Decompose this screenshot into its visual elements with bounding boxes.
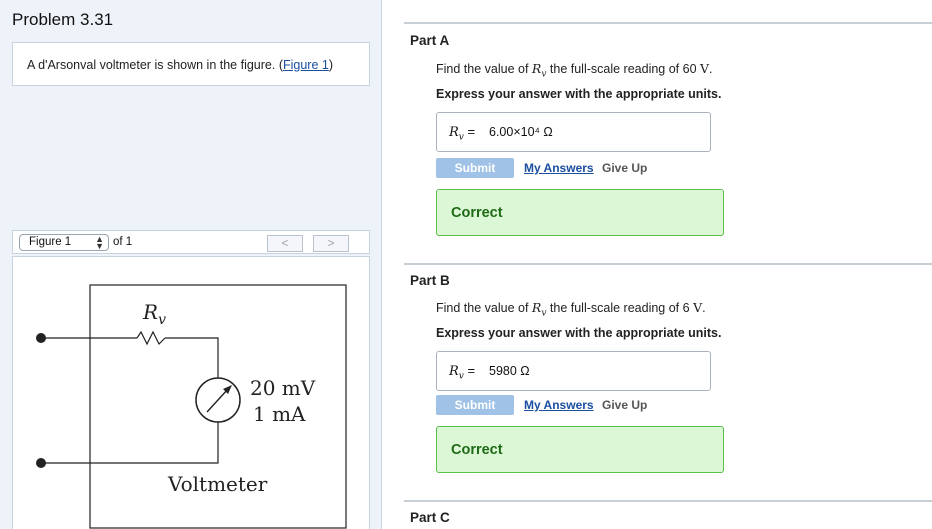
part-c-title: Part C — [410, 510, 450, 525]
part-b-status: Correct — [451, 442, 503, 458]
figure-select[interactable]: Figure 1 ▲ ▼ — [19, 234, 109, 251]
part-b-submit-button[interactable]: Submit — [436, 395, 514, 415]
part-b-title: Part B — [410, 273, 450, 288]
part-a-answer-value: 6.00×10⁴ Ω — [489, 125, 553, 139]
voltmeter-circuit-diagram: Rv 20 mV 1 mA Voltmeter — [36, 284, 347, 529]
resistor-symbol — [136, 330, 166, 346]
problem-intro: A d'Arsonval voltmeter is shown in the f… — [12, 42, 370, 86]
part-c-divider — [404, 500, 932, 502]
part-a-question: Find the value of Rv the full-scale read… — [436, 61, 713, 80]
part-b-give-up-link[interactable]: Give Up — [602, 398, 647, 412]
part-a-status: Correct — [451, 205, 503, 221]
part-b-answer-value: 5980 Ω — [489, 364, 530, 378]
problem-title: Problem 3.31 — [12, 10, 114, 29]
wire-bottom — [41, 422, 219, 464]
part-a-var: Rv — [531, 61, 547, 80]
part-a-answer-lhs: Rv = — [449, 124, 476, 143]
part-b-answer-lhs: Rv = — [449, 363, 476, 382]
part-a-divider — [404, 22, 932, 24]
resistor-label: Rv — [142, 300, 166, 328]
part-a-correct-feedback: Correct — [436, 189, 724, 236]
part-b-my-answers-link[interactable]: My Answers — [524, 398, 594, 412]
meter-current-label: 1 mA — [253, 402, 306, 426]
part-b-divider — [404, 263, 932, 265]
part-b-instructions: Express your answer with the appropriate… — [436, 326, 722, 340]
part-a-title: Part A — [410, 33, 450, 48]
part-b-var: Rv — [531, 300, 547, 319]
meter-voltage-label: 20 mV — [250, 376, 316, 400]
part-a-answer-field[interactable]: Rv = 6.00×10⁴ Ω — [436, 112, 711, 152]
figure-count: of 1 — [113, 236, 133, 248]
prev-figure-button[interactable]: < — [267, 235, 303, 252]
figure-nav-bar: Figure 1 ▲ ▼ of 1 < > — [12, 230, 370, 254]
intro-text: A d'Arsonval voltmeter is shown in the f… — [27, 58, 283, 72]
part-b-correct-feedback: Correct — [436, 426, 724, 473]
select-arrows-icon: ▲ ▼ — [95, 234, 104, 251]
figure-link[interactable]: Figure 1 — [283, 58, 329, 72]
figure-select-value: Figure 1 — [29, 236, 72, 248]
part-a-instructions: Express your answer with the appropriate… — [436, 87, 722, 101]
next-figure-button[interactable]: > — [313, 235, 349, 252]
figure-area: Rv 20 mV 1 mA Voltmeter — [12, 256, 370, 529]
part-a-submit-button[interactable]: Submit — [436, 158, 514, 178]
part-b-answer-field[interactable]: Rv = 5980 Ω — [436, 351, 711, 391]
intro-end: ) — [328, 58, 334, 72]
wire-resistor-meter — [165, 337, 219, 378]
voltmeter-caption: Voltmeter — [167, 472, 268, 496]
left-panel: Problem 3.31 A d'Arsonval voltmeter is s… — [0, 0, 382, 529]
part-a-give-up-link[interactable]: Give Up — [602, 161, 647, 175]
part-a-my-answers-link[interactable]: My Answers — [524, 161, 594, 175]
part-b-question: Find the value of Rv the full-scale read… — [436, 300, 706, 319]
